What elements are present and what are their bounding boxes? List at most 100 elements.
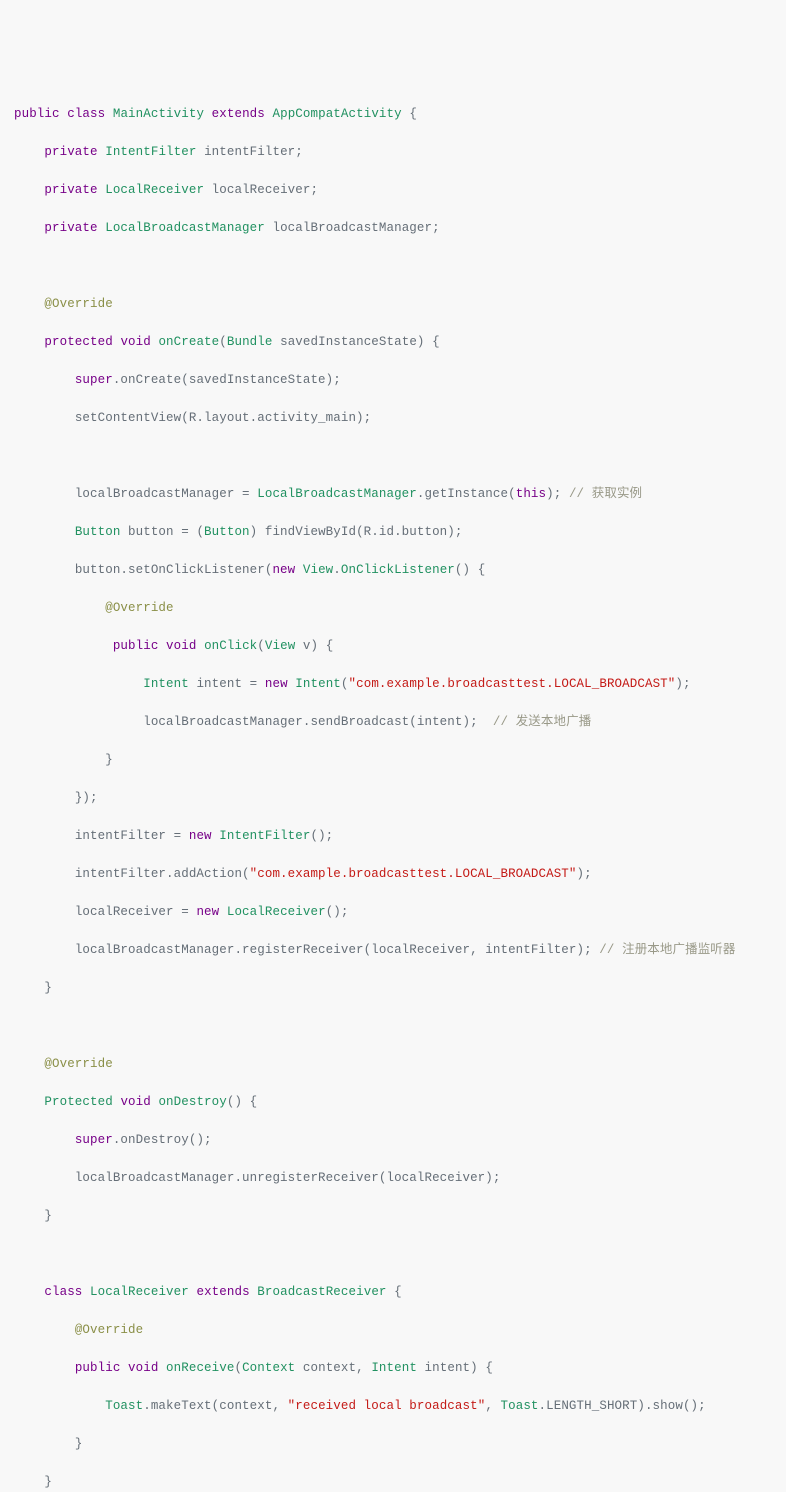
punct: .: [333, 563, 341, 577]
text: localBroadcastManager.registerReceiver(l…: [75, 943, 599, 957]
code-line: localBroadcastManager.registerReceiver(l…: [14, 941, 772, 960]
method: onDestroy: [158, 1095, 226, 1109]
code-line: intentFilter = new IntentFilter();: [14, 827, 772, 846]
code-line: @Override: [14, 1055, 772, 1074]
code-line: });: [14, 789, 772, 808]
text: v) {: [303, 639, 333, 653]
code-line: [14, 1017, 772, 1036]
code-line: Protected void onDestroy() {: [14, 1093, 772, 1112]
text: ();: [326, 905, 349, 919]
type: LocalReceiver: [227, 905, 326, 919]
code-line: }: [14, 1207, 772, 1226]
code-line: intentFilter.addAction("com.example.broa…: [14, 865, 772, 884]
text: [212, 829, 220, 843]
code-line: }: [14, 979, 772, 998]
keyword: void: [120, 1095, 150, 1109]
class-name: BroadcastReceiver: [257, 1285, 386, 1299]
punct: }: [105, 753, 113, 767]
code-line: public void onReceive(Context context, I…: [14, 1359, 772, 1378]
keyword: new: [196, 905, 219, 919]
code-line: @Override: [14, 1321, 772, 1340]
code-line: @Override: [14, 295, 772, 314]
text: );: [546, 487, 569, 501]
text: .getInstance(: [417, 487, 516, 501]
keyword: Protected: [44, 1095, 112, 1109]
type: Intent: [295, 677, 341, 691]
string: "com.example.broadcasttest.LOCAL_BROADCA…: [349, 677, 676, 691]
keyword: new: [272, 563, 295, 577]
type: View: [303, 563, 333, 577]
punct: (: [257, 639, 265, 653]
keyword: public: [75, 1361, 121, 1375]
text: .onCreate(savedInstanceState);: [113, 373, 341, 387]
code-line: localBroadcastManager.unregisterReceiver…: [14, 1169, 772, 1188]
code-line: }: [14, 1435, 772, 1454]
text: [219, 905, 227, 919]
text: .LENGTH_SHORT).show();: [539, 1399, 706, 1413]
keyword: this: [516, 487, 546, 501]
punct: (: [234, 1361, 242, 1375]
type: IntentFilter: [219, 829, 310, 843]
comment: // 获取实例: [569, 487, 642, 501]
identifier: intentFilter;: [204, 145, 303, 159]
code-line: localReceiver = new LocalReceiver();: [14, 903, 772, 922]
type: Button: [204, 525, 250, 539]
text: .onDestroy();: [113, 1133, 212, 1147]
text: localBroadcastManager.sendBroadcast(inte…: [143, 715, 493, 729]
string: "received local broadcast": [288, 1399, 486, 1413]
keyword: public: [113, 639, 159, 653]
class-name: MainActivity: [113, 107, 204, 121]
type: Button: [75, 525, 121, 539]
text: button.setOnClickListener(: [75, 563, 273, 577]
punct: (: [341, 677, 349, 691]
identifier: localReceiver;: [212, 183, 318, 197]
keyword: void: [120, 335, 150, 349]
code-line: protected void onCreate(Bundle savedInst…: [14, 333, 772, 352]
keyword: protected: [44, 335, 112, 349]
text: savedInstanceState) {: [280, 335, 440, 349]
text: setContentView(R.layout.activity_main);: [75, 411, 371, 425]
keyword: private: [44, 145, 97, 159]
class-name: LocalReceiver: [90, 1285, 189, 1299]
class-name: AppCompatActivity: [273, 107, 402, 121]
code-line: button.setOnClickListener(new View.OnCli…: [14, 561, 772, 580]
keyword: void: [166, 639, 196, 653]
punct: );: [577, 867, 592, 881]
code-line: class LocalReceiver extends BroadcastRec…: [14, 1283, 772, 1302]
keyword: void: [128, 1361, 158, 1375]
method: onReceive: [166, 1361, 234, 1375]
code-line: super.onDestroy();: [14, 1131, 772, 1150]
code-line: localBroadcastManager.sendBroadcast(inte…: [14, 713, 772, 732]
type: Toast: [105, 1399, 143, 1413]
text: intentFilter =: [75, 829, 189, 843]
code-line: Intent intent = new Intent("com.example.…: [14, 675, 772, 694]
text: intent) {: [425, 1361, 493, 1375]
type: View: [265, 639, 295, 653]
type: LocalBroadcastManager: [105, 221, 265, 235]
annotation: @Override: [44, 1057, 112, 1071]
text: intent =: [196, 677, 264, 691]
code-line: setContentView(R.layout.activity_main);: [14, 409, 772, 428]
punct: (: [219, 335, 227, 349]
comment: // 发送本地广播: [493, 715, 591, 729]
text: intentFilter.addAction(: [75, 867, 250, 881]
punct: }: [44, 1209, 52, 1223]
text: [295, 563, 303, 577]
keyword: super: [75, 373, 113, 387]
keyword: new: [265, 677, 288, 691]
keyword: extends: [196, 1285, 249, 1299]
punct: }: [75, 1437, 83, 1451]
annotation: @Override: [75, 1323, 143, 1337]
type: Bundle: [227, 335, 273, 349]
code-line: [14, 1245, 772, 1264]
punct: });: [75, 791, 98, 805]
code-line: private LocalReceiver localReceiver;: [14, 181, 772, 200]
text: ) findViewById(R.id.button);: [250, 525, 463, 539]
type: Intent: [143, 677, 189, 691]
text: () {: [455, 563, 485, 577]
keyword: private: [44, 221, 97, 235]
type: LocalReceiver: [105, 183, 204, 197]
punct: {: [409, 107, 417, 121]
code-line: localBroadcastManager = LocalBroadcastMa…: [14, 485, 772, 504]
keyword: public: [14, 107, 60, 121]
